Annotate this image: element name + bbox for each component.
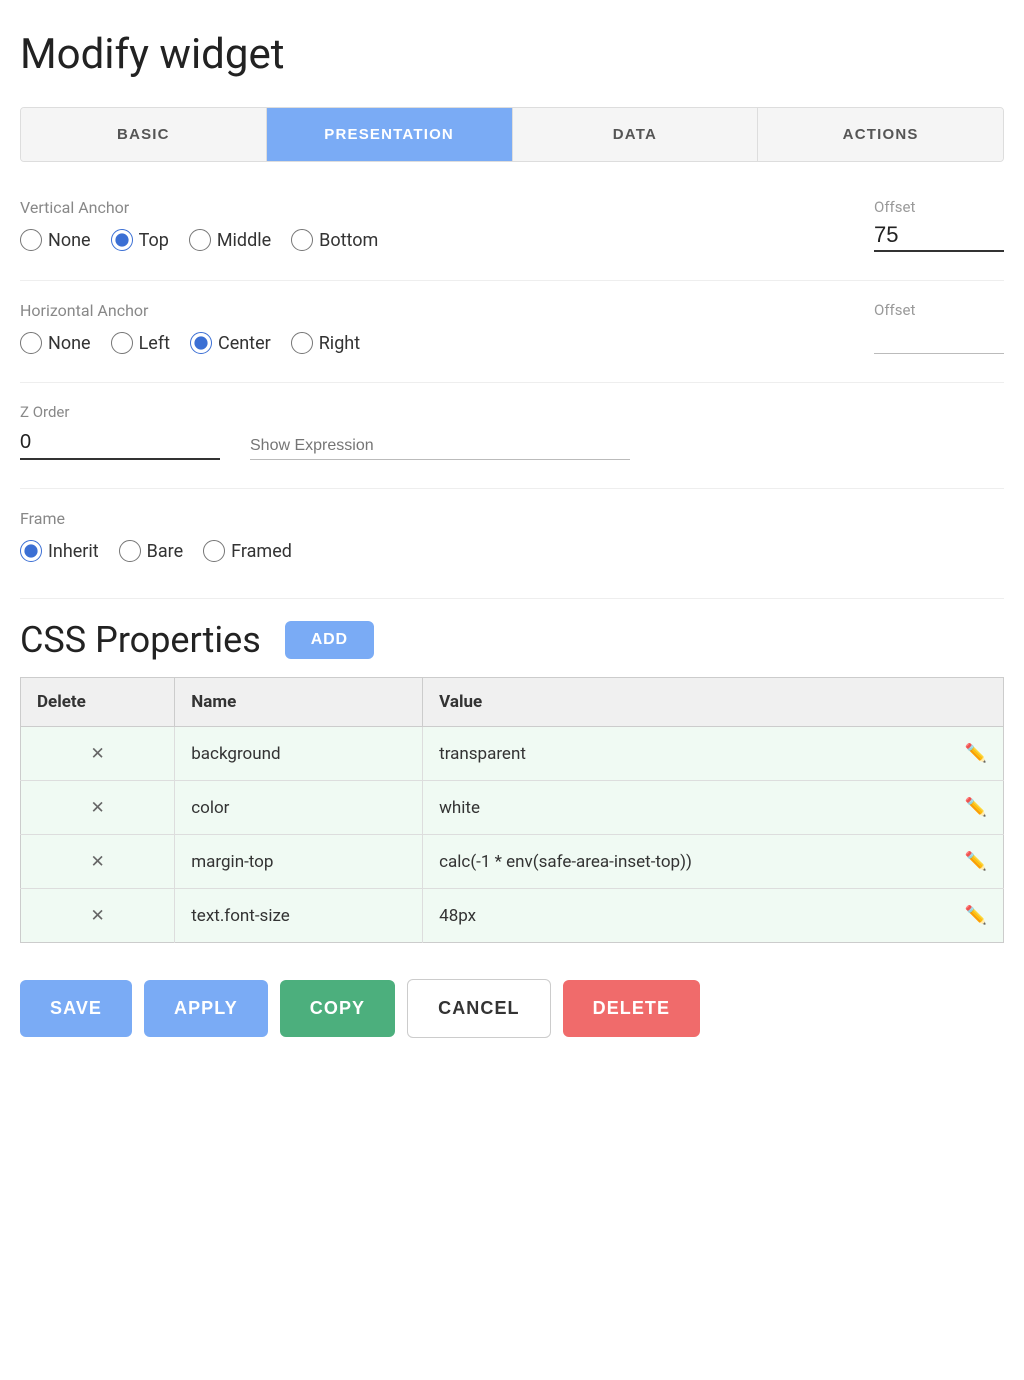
show-expression-input[interactable] <box>250 433 630 460</box>
frame-inherit[interactable]: Inherit <box>20 540 99 562</box>
table-row: ✕ margin-top calc(-1 * env(safe-area-ins… <box>21 835 1004 889</box>
delete-row-0[interactable]: ✕ <box>21 727 175 781</box>
horizontal-anchor-center[interactable]: Center <box>190 332 271 354</box>
css-value-cell-0: transparent ✏️ <box>423 727 1004 781</box>
tabs-container: BASIC PRESENTATION DATA ACTIONS <box>20 107 1004 162</box>
table-row: ✕ background transparent ✏️ <box>21 727 1004 781</box>
zorder-block: Z Order <box>20 403 220 460</box>
vertical-offset-block: Offset <box>874 198 1004 252</box>
zorder-input[interactable] <box>20 427 220 460</box>
css-name-cell-3: text.font-size <box>175 889 423 943</box>
col-header-value: Value <box>423 678 1004 727</box>
frame-bare[interactable]: Bare <box>119 540 183 562</box>
save-button[interactable]: SAVE <box>20 980 132 1037</box>
table-row: ✕ text.font-size 48px ✏️ <box>21 889 1004 943</box>
add-css-property-button[interactable]: ADD <box>285 621 374 659</box>
vertical-anchor-radio-group: None Top Middle Bottom <box>20 229 854 251</box>
vertical-offset-input[interactable] <box>874 220 1004 252</box>
vertical-anchor-middle[interactable]: Middle <box>189 229 271 251</box>
tab-presentation[interactable]: PRESENTATION <box>267 108 513 161</box>
css-name-cell-2: margin-top <box>175 835 423 889</box>
copy-button[interactable]: COPY <box>280 980 395 1037</box>
css-properties-table: Delete Name Value ✕ background transpare… <box>20 677 1004 943</box>
delete-row-2[interactable]: ✕ <box>21 835 175 889</box>
horizontal-anchor-left[interactable]: Left <box>111 332 170 354</box>
horizontal-offset-label: Offset <box>874 301 915 319</box>
vertical-anchor-bottom[interactable]: Bottom <box>291 229 378 251</box>
edit-icon-1[interactable]: ✏️ <box>965 797 987 818</box>
edit-icon-0[interactable]: ✏️ <box>965 743 987 764</box>
horizontal-offset-block: Offset <box>874 301 1004 354</box>
page-title: Modify widget <box>20 30 1004 79</box>
css-value-cell-1: white ✏️ <box>423 781 1004 835</box>
bottom-buttons: SAVE APPLY COPY CANCEL DELETE <box>20 979 1004 1038</box>
apply-button[interactable]: APPLY <box>144 980 268 1037</box>
delete-row-1[interactable]: ✕ <box>21 781 175 835</box>
css-name-cell-0: background <box>175 727 423 781</box>
horizontal-anchor-label: Horizontal Anchor <box>20 301 854 320</box>
table-row: ✕ color white ✏️ <box>21 781 1004 835</box>
vertical-anchor-none[interactable]: None <box>20 229 91 251</box>
css-name-cell-1: color <box>175 781 423 835</box>
frame-section: Frame Inherit Bare Framed <box>20 509 1004 562</box>
edit-icon-2[interactable]: ✏️ <box>965 851 987 872</box>
tab-basic[interactable]: BASIC <box>21 108 267 161</box>
vertical-anchor-section: Vertical Anchor None Top Middle Bottom O… <box>20 198 1004 252</box>
cancel-button[interactable]: CANCEL <box>407 979 550 1038</box>
frame-radio-group: Inherit Bare Framed <box>20 540 1004 562</box>
css-properties-title: CSS Properties <box>20 619 261 661</box>
css-value-cell-2: calc(-1 * env(safe-area-inset-top)) ✏️ <box>423 835 1004 889</box>
zorder-show-section: Z Order <box>20 403 1004 460</box>
frame-label: Frame <box>20 509 1004 528</box>
vertical-offset-label: Offset <box>874 198 915 216</box>
horizontal-anchor-right[interactable]: Right <box>291 332 360 354</box>
frame-framed[interactable]: Framed <box>203 540 292 562</box>
tab-data[interactable]: DATA <box>513 108 759 161</box>
delete-button[interactable]: DELETE <box>563 980 701 1037</box>
horizontal-anchor-radio-group: None Left Center Right <box>20 332 854 354</box>
horizontal-anchor-none[interactable]: None <box>20 332 91 354</box>
css-value-cell-3: 48px ✏️ <box>423 889 1004 943</box>
col-header-name: Name <box>175 678 423 727</box>
delete-row-3[interactable]: ✕ <box>21 889 175 943</box>
zorder-label: Z Order <box>20 403 220 421</box>
col-header-delete: Delete <box>21 678 175 727</box>
horizontal-anchor-section: Horizontal Anchor None Left Center Right… <box>20 301 1004 354</box>
css-properties-header: CSS Properties ADD <box>20 619 1004 661</box>
show-expression-block <box>250 433 630 460</box>
edit-icon-3[interactable]: ✏️ <box>965 905 987 926</box>
vertical-anchor-label: Vertical Anchor <box>20 198 854 217</box>
horizontal-offset-input[interactable] <box>874 323 1004 354</box>
vertical-anchor-top[interactable]: Top <box>111 229 169 251</box>
tab-actions[interactable]: ACTIONS <box>758 108 1003 161</box>
